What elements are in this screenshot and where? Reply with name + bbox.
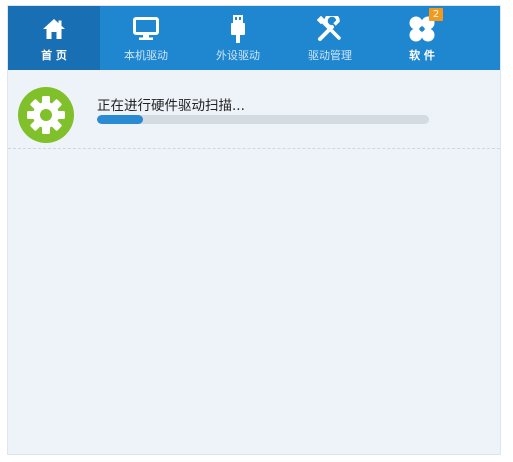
top-navbar: 首 页 本机驱动 外设驱动 驱动管理 2 软 件 [8,6,500,70]
tools-icon [315,15,345,43]
nav-label-software: 软 件 [409,49,435,62]
usb-icon [223,15,253,43]
nav-item-driver-management[interactable]: 驱动管理 [284,6,376,70]
nav-label-peripheral-drivers: 外设驱动 [216,49,260,62]
nav-item-local-drivers[interactable]: 本机驱动 [100,6,192,70]
nav-item-software[interactable]: 2 软 件 [376,6,468,70]
scan-progress-fill [97,115,144,124]
nav-item-peripheral-drivers[interactable]: 外设驱动 [192,6,284,70]
scan-status-text: 正在进行硬件驱动扫描... [97,98,245,114]
nav-label-home: 首 页 [41,49,67,62]
monitor-icon [131,15,161,43]
main-content: 正在进行硬件驱动扫描... [8,70,500,454]
scan-status-row: 正在进行硬件驱动扫描... [8,70,500,149]
nav-item-home[interactable]: 首 页 [8,6,100,70]
nav-label-local-drivers: 本机驱动 [124,49,168,62]
update-count-badge: 2 [429,8,443,21]
home-icon [39,15,69,43]
nav-label-driver-management: 驱动管理 [308,49,352,62]
gear-icon [18,87,74,143]
scan-progress-bar [97,115,429,124]
app-window: 首 页 本机驱动 外设驱动 驱动管理 2 软 件 正在进行硬件驱动扫描... [7,5,501,455]
